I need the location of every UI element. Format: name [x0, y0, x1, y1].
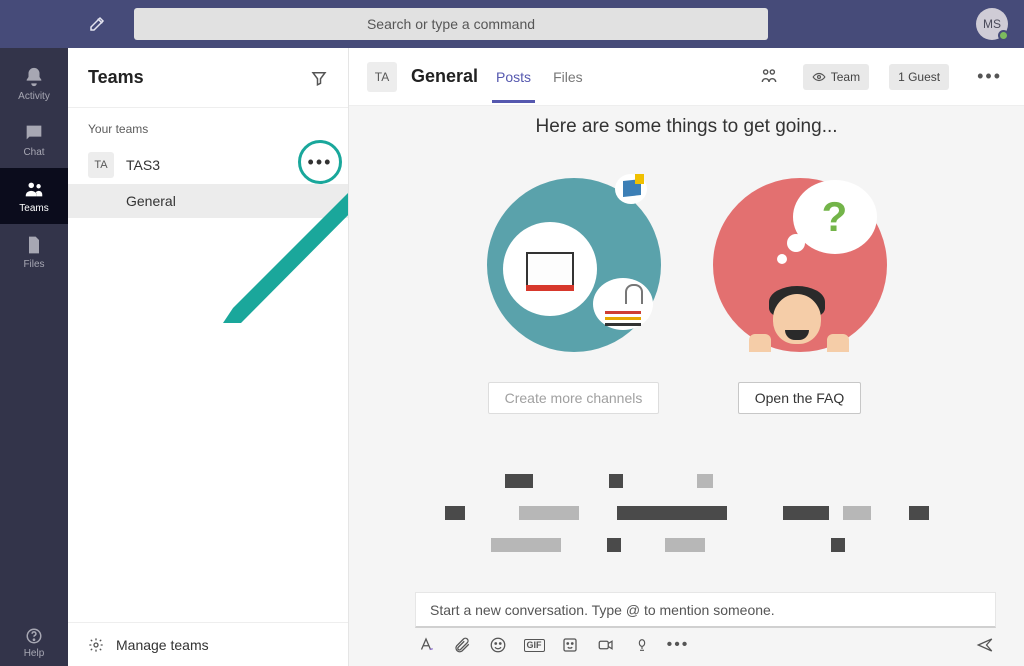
- guest-pill[interactable]: 1 Guest: [889, 64, 949, 90]
- compose-toolbar: GIF •••: [415, 628, 996, 654]
- chat-icon: [23, 122, 45, 144]
- rail-teams[interactable]: Teams: [0, 168, 68, 224]
- guest-label: 1 Guest: [898, 70, 940, 84]
- avatar[interactable]: MS: [976, 8, 1008, 40]
- card-create-channels: Create more channels: [487, 178, 661, 414]
- sticker-icon[interactable]: [561, 636, 579, 654]
- bell-icon: [23, 66, 45, 88]
- channel-team-avatar: TA: [367, 62, 397, 92]
- presence-available-icon: [998, 30, 1009, 41]
- privacy-pill[interactable]: Team: [803, 64, 869, 90]
- meet-now-icon[interactable]: [597, 636, 615, 654]
- manage-teams-label: Manage teams: [116, 637, 209, 653]
- teams-panel-header: Teams: [68, 48, 348, 108]
- question-mark-icon: ?: [822, 193, 848, 241]
- avatar-initials: MS: [983, 17, 1001, 31]
- channel-name-title: General: [411, 66, 478, 87]
- team-more-button[interactable]: •••: [298, 140, 342, 184]
- rail-label: Teams: [19, 203, 48, 214]
- more-apps-icon[interactable]: •••: [669, 636, 687, 654]
- app-rail: Activity Chat Teams Files Help: [0, 48, 68, 666]
- redacted-message: [445, 474, 929, 552]
- org-chart-icon[interactable]: [759, 67, 779, 87]
- teams-title: Teams: [88, 67, 144, 88]
- rail-label: Activity: [18, 91, 50, 102]
- faq-illustration: ?: [713, 178, 887, 352]
- search-placeholder: Search or type a command: [367, 16, 535, 32]
- rail-help[interactable]: Help: [0, 620, 68, 666]
- rail-label: Help: [24, 648, 45, 659]
- emoji-icon[interactable]: [489, 636, 507, 654]
- teams-icon: [23, 178, 45, 200]
- your-teams-label: Your teams: [68, 108, 348, 146]
- send-icon[interactable]: [976, 636, 994, 654]
- channel-more-icon[interactable]: •••: [973, 66, 1006, 87]
- open-faq-button[interactable]: Open the FAQ: [738, 382, 862, 414]
- filter-icon[interactable]: [310, 69, 328, 87]
- onboarding-cards: Create more channels ? Open the FAQ: [487, 178, 887, 414]
- channel-feed: Here are some things to get going... Cre…: [349, 106, 1024, 592]
- teams-list: Your teams TA TAS3 ••• General: [68, 108, 348, 622]
- tab-posts[interactable]: Posts: [492, 51, 535, 103]
- privacy-label: Team: [831, 70, 860, 84]
- teams-panel: Teams Your teams TA TAS3 ••• General: [68, 48, 349, 666]
- team-name: TAS3: [126, 157, 160, 173]
- files-icon: [24, 234, 44, 256]
- channels-illustration: [487, 178, 661, 352]
- attach-icon[interactable]: [453, 636, 471, 654]
- stream-icon[interactable]: [633, 636, 651, 654]
- channel-header: TA General Posts Files Team 1 Guest •••: [349, 48, 1024, 106]
- format-icon[interactable]: [417, 636, 435, 654]
- channel-name: General: [126, 193, 176, 209]
- compose-icon[interactable]: [88, 15, 106, 33]
- get-going-headline: Here are some things to get going...: [535, 116, 837, 138]
- channel-row-general[interactable]: General: [68, 184, 348, 218]
- manage-teams-button[interactable]: Manage teams: [68, 622, 348, 666]
- team-avatar: TA: [88, 152, 114, 178]
- help-icon: [25, 627, 43, 645]
- gif-icon[interactable]: GIF: [525, 636, 543, 654]
- rail-label: Chat: [23, 147, 44, 158]
- compose-input[interactable]: Start a new conversation. Type @ to ment…: [415, 592, 996, 628]
- compose-area: Start a new conversation. Type @ to ment…: [349, 592, 1024, 666]
- eye-icon: [812, 70, 826, 84]
- compose-placeholder: Start a new conversation. Type @ to ment…: [430, 602, 775, 618]
- tab-files[interactable]: Files: [549, 51, 587, 103]
- card-open-faq: ? Open the FAQ: [713, 178, 887, 414]
- rail-chat[interactable]: Chat: [0, 112, 68, 168]
- search-input[interactable]: Search or type a command: [134, 8, 768, 40]
- gear-icon: [88, 637, 104, 653]
- main-panel: TA General Posts Files Team 1 Guest ••• …: [349, 48, 1024, 666]
- top-bar: Search or type a command MS: [0, 0, 1024, 48]
- rail-label: Files: [23, 259, 44, 270]
- rail-activity[interactable]: Activity: [0, 56, 68, 112]
- create-channels-button[interactable]: Create more channels: [488, 382, 660, 414]
- rail-files[interactable]: Files: [0, 224, 68, 280]
